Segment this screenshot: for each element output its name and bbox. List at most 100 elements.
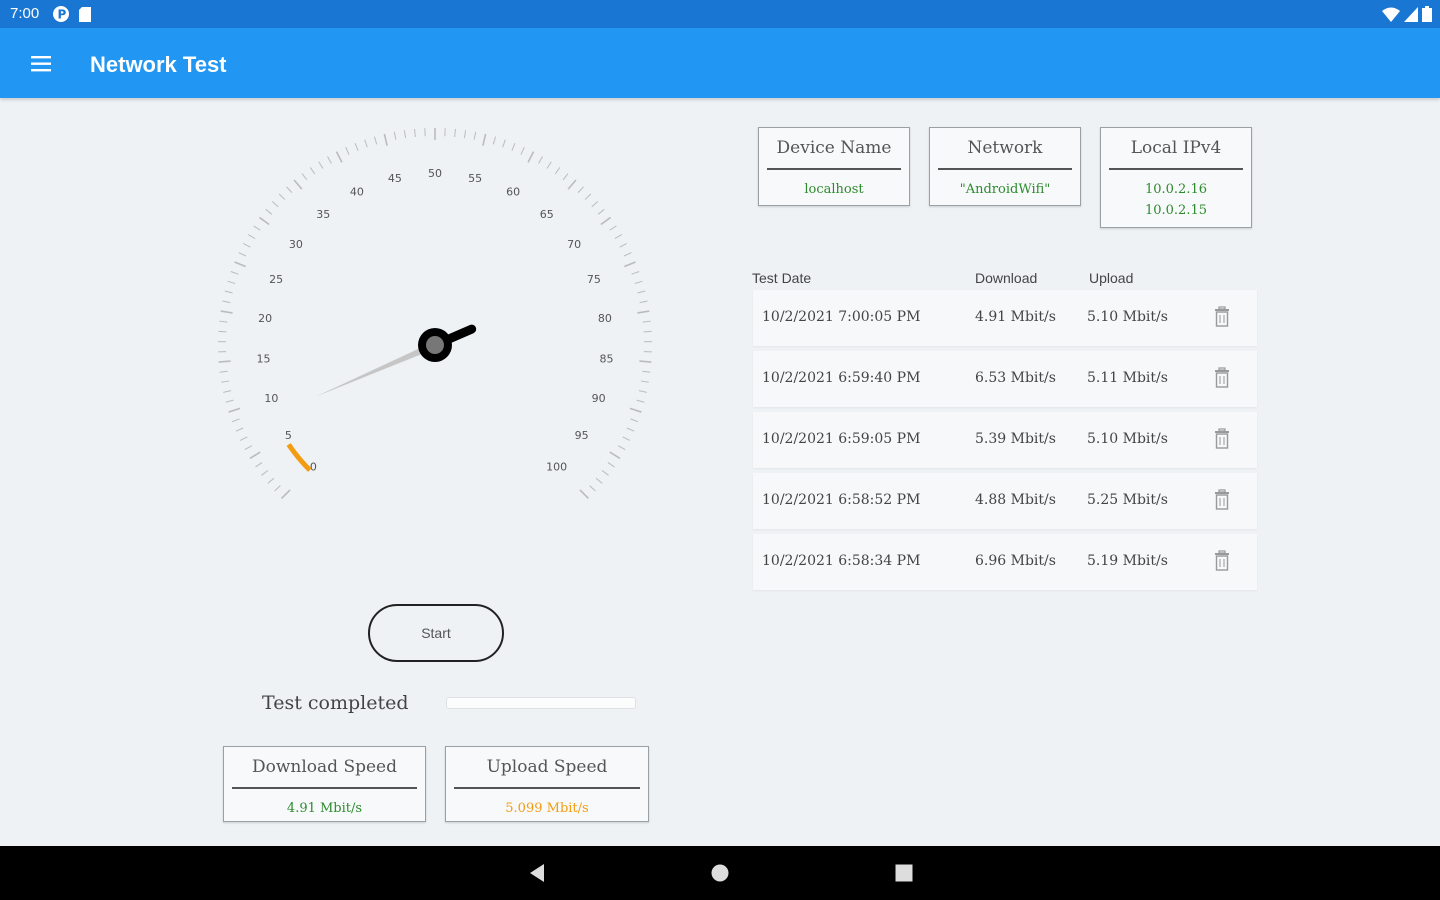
delete-button[interactable]	[1213, 550, 1231, 572]
gauge-needle	[315, 324, 477, 397]
gauge-tick	[642, 320, 651, 323]
gauge-tick	[546, 161, 552, 169]
delete-button[interactable]	[1213, 428, 1231, 450]
row-test-date: 10/2/2021 7:00:05 PM	[762, 309, 921, 325]
gauge-tick	[253, 225, 261, 231]
trash-icon	[1215, 306, 1229, 327]
gauge-tick	[234, 261, 246, 268]
gauge-tick	[454, 128, 456, 137]
row-test-date: 10/2/2021 6:59:40 PM	[762, 370, 921, 386]
progress-bar	[446, 697, 636, 709]
gauge-tick	[414, 128, 416, 137]
gauge-tick	[511, 143, 516, 151]
gauge-tick	[222, 300, 231, 304]
gauge-tick	[629, 407, 642, 413]
header-upload: Upload	[1089, 270, 1134, 286]
download-speed-card: Download Speed 4.91 Mbit/s	[223, 746, 426, 822]
gauge-tick-label: 65	[540, 208, 554, 221]
gauge-tick	[630, 418, 639, 423]
needle-hub-center	[426, 336, 444, 354]
gauge-tick	[527, 151, 535, 163]
gauge-tick	[239, 436, 248, 441]
gauge-tick-label: 0	[310, 461, 317, 474]
gauge-tick	[597, 208, 605, 215]
gauge-tick	[244, 445, 253, 450]
gauge-tick	[278, 193, 286, 200]
gauge-tick	[600, 216, 612, 226]
device-name-title: Device Name	[776, 138, 892, 158]
gauge-tick	[247, 234, 256, 240]
gauge-tick	[624, 261, 636, 268]
gauge-tick	[393, 131, 397, 140]
table-row: 10/2/2021 6:58:52 PM 4.88 Mbit/s 5.25 Mbit…	[753, 473, 1257, 529]
gauge-tick	[228, 407, 241, 413]
local-ipv4-card: Local IPv4 10.0.2.16 10.0.2.15	[1100, 127, 1252, 228]
row-upload: 5.19 Mbit/s	[1087, 553, 1168, 569]
p-badge-icon: P	[53, 6, 69, 22]
gauge-tick	[345, 147, 350, 155]
row-upload: 5.10 Mbit/s	[1087, 431, 1168, 447]
gauge-tick	[482, 133, 487, 146]
delete-button[interactable]	[1213, 489, 1231, 511]
delete-button[interactable]	[1213, 367, 1231, 389]
hamburger-menu-icon	[31, 56, 51, 72]
gauge-tick	[562, 173, 569, 181]
gauge-tick	[642, 370, 651, 373]
gauge-tick	[224, 290, 233, 294]
home-icon[interactable]	[710, 863, 730, 883]
speed-gauge: 0 5 10 15 20 25 30 35 40 45 50 55 60 65 70 75 80 85 90 95 10…	[205, 115, 665, 535]
gauge-tick	[584, 193, 592, 200]
svg-text:P: P	[58, 8, 67, 22]
table-row: 10/2/2021 7:00:05 PM 4.91 Mbit/s 5.10 Mbit…	[753, 290, 1257, 346]
gauge-progress-arc	[286, 443, 312, 472]
gauge-tick	[619, 243, 628, 248]
start-button[interactable]: Start	[368, 604, 504, 662]
delete-button[interactable]	[1213, 306, 1231, 328]
menu-button[interactable]	[22, 48, 60, 80]
gauge-ticks	[218, 128, 652, 500]
status-left-icons: P	[52, 5, 92, 23]
gauge-tick	[601, 470, 609, 476]
gauge-tick-label: 5	[285, 429, 292, 442]
gauge-tick	[286, 186, 293, 193]
gauge-tick	[261, 470, 269, 476]
gauge-tick	[230, 271, 239, 275]
wifi-icon	[1382, 7, 1400, 22]
gauge-tick-label: 80	[598, 312, 612, 325]
gauge-tick	[280, 489, 291, 500]
device-name-value: localhost	[804, 182, 864, 197]
nav-bar	[0, 846, 1440, 900]
back-icon[interactable]	[528, 863, 548, 883]
row-download: 4.88 Mbit/s	[975, 492, 1056, 508]
needle-pointer	[315, 341, 437, 397]
recents-icon[interactable]	[894, 863, 914, 883]
gauge-tick-label: 15	[257, 352, 271, 365]
network-card: Network "AndroidWifi"	[929, 127, 1081, 206]
test-status-text: Test completed	[262, 692, 409, 714]
gauge-tick	[364, 139, 368, 148]
gauge-tick	[643, 330, 652, 333]
row-upload: 5.11 Mbit/s	[1087, 370, 1168, 386]
upload-speed-value: 5.099 Mbit/s	[505, 801, 589, 816]
gauge-tick	[639, 360, 652, 363]
row-download: 6.96 Mbit/s	[975, 553, 1056, 569]
progress-fill	[447, 698, 635, 708]
gauge-tick-label: 20	[258, 312, 272, 325]
local-ipv4-values: 10.0.2.16 10.0.2.15	[1101, 170, 1251, 221]
gauge-tick	[538, 156, 543, 164]
local-ipv4-value: 10.0.2.15	[1144, 203, 1208, 218]
gauge-tick-label: 25	[269, 273, 283, 286]
gauge-svg: 0 5 10 15 20 25 30 35 40 45 50 55 60 65 70 75 80 85 90 95 10…	[218, 128, 652, 500]
gauge-tick-label: 35	[316, 208, 330, 221]
header-download: Download	[975, 270, 1038, 286]
gauge-tick	[219, 370, 228, 373]
gauge-tick	[639, 300, 648, 304]
gauge-tick	[373, 136, 378, 145]
gauge-tick-label: 45	[388, 172, 402, 185]
device-name-card: Device Name localhost	[758, 127, 910, 206]
app-bar: Network Test	[0, 28, 1440, 98]
trash-icon	[1215, 550, 1229, 571]
local-ipv4-title: Local IPv4	[1130, 138, 1222, 158]
upload-speed-card: Upload Speed 5.099 Mbit/s	[445, 746, 649, 822]
gauge-tick	[354, 143, 359, 151]
